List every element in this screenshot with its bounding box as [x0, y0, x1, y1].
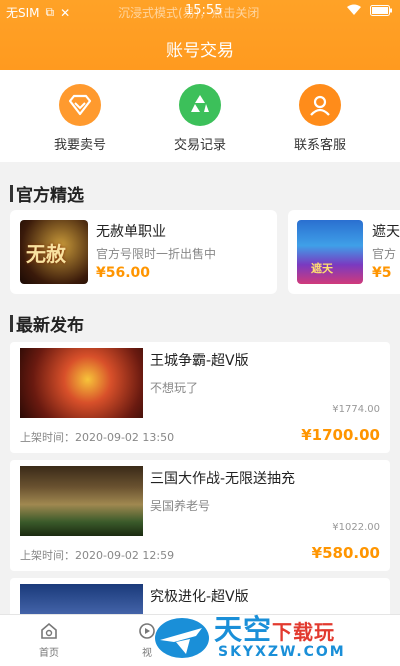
- quick-actions: 我要卖号 交易记录 联系客服: [0, 70, 400, 162]
- listing-thumbnail: [20, 466, 143, 536]
- clock: 15:55: [185, 3, 223, 18]
- contact-service-label: 联系客服: [293, 138, 346, 153]
- listing-card[interactable]: 三国大作战-无限送抽充 吴国养老号 ¥1022.00 上架时间：2020-09-…: [10, 460, 390, 571]
- listing-original-price: ¥1774.00: [332, 404, 380, 415]
- official-item-partial[interactable]: 遮天 遮天 官方 ¥5: [288, 210, 400, 294]
- page-title: 账号交易: [166, 41, 234, 61]
- latest-section-title: 最新发布: [10, 311, 84, 336]
- official-item-name: 遮天: [372, 224, 400, 240]
- tab-home-label: 首页: [39, 648, 59, 659]
- section-bar: [10, 315, 13, 332]
- game-thumbnail: 遮天: [297, 220, 363, 284]
- trade-records-label: 交易记录: [173, 138, 226, 153]
- status-right: [346, 4, 392, 16]
- official-item-name: 无赦单职业: [96, 224, 166, 240]
- listing-price: ¥580.00: [311, 544, 380, 562]
- app-header: 无SIM ⧉ ✕ 沉浸式模式(易)，点击关闭 15:55 账号交易: [0, 0, 400, 70]
- watermark-brand-text: 天空: [214, 613, 273, 646]
- watermark-brand: 天空下载玩: [214, 608, 335, 648]
- listing-name: 王城争霸-超V版: [150, 353, 249, 369]
- site-watermark: 天空下载玩 SKYXZW.COM: [150, 606, 400, 666]
- listing-price: ¥1700.00: [301, 426, 380, 444]
- plane-logo-icon: [155, 618, 209, 658]
- official-section-title: 官方精选: [10, 181, 84, 206]
- listing-name: 究极进化-超V版: [150, 589, 249, 605]
- listing-name: 三国大作战-无限送抽充: [150, 471, 296, 487]
- thumbnail-logo-text: 无赦: [26, 242, 66, 266]
- home-icon: [41, 622, 57, 639]
- trade-records-button[interactable]: 交易记录: [145, 84, 255, 153]
- listing-thumbnail: [20, 348, 143, 418]
- listing-desc: 吴国养老号: [150, 499, 211, 513]
- battery-icon: [370, 4, 392, 16]
- listing-card[interactable]: 王城争霸-超V版 不想玩了 ¥1774.00 上架时间：2020-09-02 1…: [10, 342, 390, 453]
- official-item-price: ¥5: [372, 265, 392, 281]
- listing-desc: 不想玩了: [150, 381, 199, 395]
- official-item-price: ¥56.00: [96, 265, 151, 281]
- latest-title-text: 最新发布: [16, 316, 84, 336]
- diamond-icon: [59, 84, 101, 126]
- watermark-suffix: 下载玩: [272, 620, 336, 644]
- carrier-text: 无SIM: [6, 6, 40, 20]
- tab-home[interactable]: 首页: [19, 621, 79, 659]
- official-item-desc: 官方号限时一折出售中: [96, 247, 217, 261]
- listing-thumbnail: [20, 584, 143, 618]
- wifi-icon: [347, 4, 361, 15]
- tools-icon: ✕: [60, 5, 71, 20]
- contact-service-button[interactable]: 联系客服: [265, 84, 375, 153]
- recycle-icon: [179, 84, 221, 126]
- status-bar: 无SIM ⧉ ✕ 沉浸式模式(易)，点击关闭 15:55: [0, 0, 400, 24]
- screenshot-icon: ⧉: [45, 5, 55, 19]
- official-title-text: 官方精选: [16, 186, 84, 206]
- listing-time: 上架时间：2020-09-02 13:50: [20, 431, 175, 444]
- thumbnail-logo-text: 遮天: [311, 262, 333, 275]
- official-item[interactable]: 无赦 无赦单职业 官方号限时一折出售中 ¥56.00: [10, 210, 277, 294]
- listing-time: 上架时间：2020-09-02 12:59: [20, 549, 175, 562]
- game-thumbnail: 无赦: [20, 220, 88, 284]
- sell-account-label: 我要卖号: [53, 138, 106, 153]
- section-bar: [10, 185, 13, 202]
- user-service-icon: [299, 84, 341, 126]
- listing-original-price: ¥1022.00: [332, 522, 380, 533]
- official-item-desc: 官方: [372, 247, 397, 261]
- watermark-url: SKYXZW.COM: [218, 644, 346, 660]
- status-left: 无SIM ⧉ ✕: [6, 4, 70, 21]
- sell-account-button[interactable]: 我要卖号: [25, 84, 135, 153]
